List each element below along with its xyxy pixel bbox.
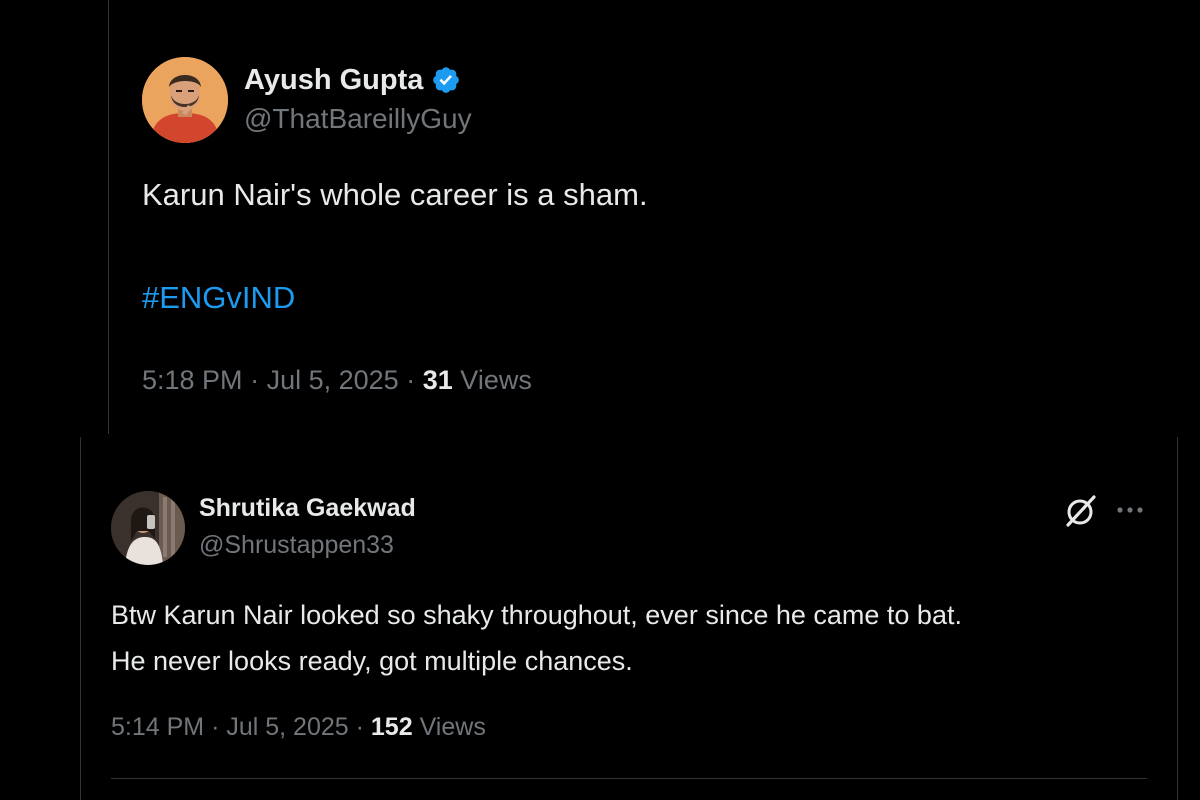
author-row: Ayush Gupta <box>244 60 461 100</box>
tweet-date[interactable]: Jul 5, 2025 <box>226 713 348 741</box>
author-handle[interactable]: @Shrustappen33 <box>199 531 394 560</box>
views-label: Views <box>419 713 486 741</box>
avatar[interactable] <box>142 57 228 143</box>
page: Ayush Gupta @ThatBareillyGuy Karun Nair'… <box>0 0 1200 800</box>
grok-icon[interactable] <box>1064 494 1098 528</box>
tweet-text-line: He never looks ready, got multiple chanc… <box>111 646 633 676</box>
meta-separator: · <box>250 365 260 395</box>
meta-separator: · <box>355 713 364 741</box>
meta-separator: · <box>211 713 220 741</box>
tweet-text: Btw Karun Nair looked so shaky throughou… <box>111 592 1161 684</box>
hashtag-link[interactable]: #ENGvIND <box>142 280 295 316</box>
views-count: 31 <box>422 365 453 395</box>
tweet-meta: 5:18 PM · Jul 5, 2025 · 31 Views <box>142 365 532 396</box>
verified-badge-icon[interactable] <box>431 65 461 95</box>
tweet-time[interactable]: 5:14 PM <box>111 713 204 741</box>
more-options-icon[interactable] <box>1114 496 1146 524</box>
avatar[interactable] <box>111 491 185 565</box>
author-handle[interactable]: @ThatBareillyGuy <box>244 103 472 135</box>
author-name[interactable]: Shrutika Gaekwad <box>199 494 416 523</box>
avatar-photo <box>111 491 185 565</box>
tweet-text-line: Btw Karun Nair looked so shaky throughou… <box>111 600 962 630</box>
meta-separator: · <box>406 365 416 395</box>
tweet-date[interactable]: Jul 5, 2025 <box>267 365 399 395</box>
tweet-time[interactable]: 5:18 PM <box>142 365 243 395</box>
tweet-meta: 5:14 PM · Jul 5, 2025 · 152 Views <box>111 713 486 742</box>
views-label: Views <box>460 365 532 395</box>
views-count: 152 <box>370 713 413 741</box>
divider <box>111 778 1147 779</box>
author-name[interactable]: Ayush Gupta <box>244 64 423 97</box>
avatar-illustration <box>142 57 228 143</box>
tweet-text: Karun Nair's whole career is a sham. <box>142 177 648 212</box>
